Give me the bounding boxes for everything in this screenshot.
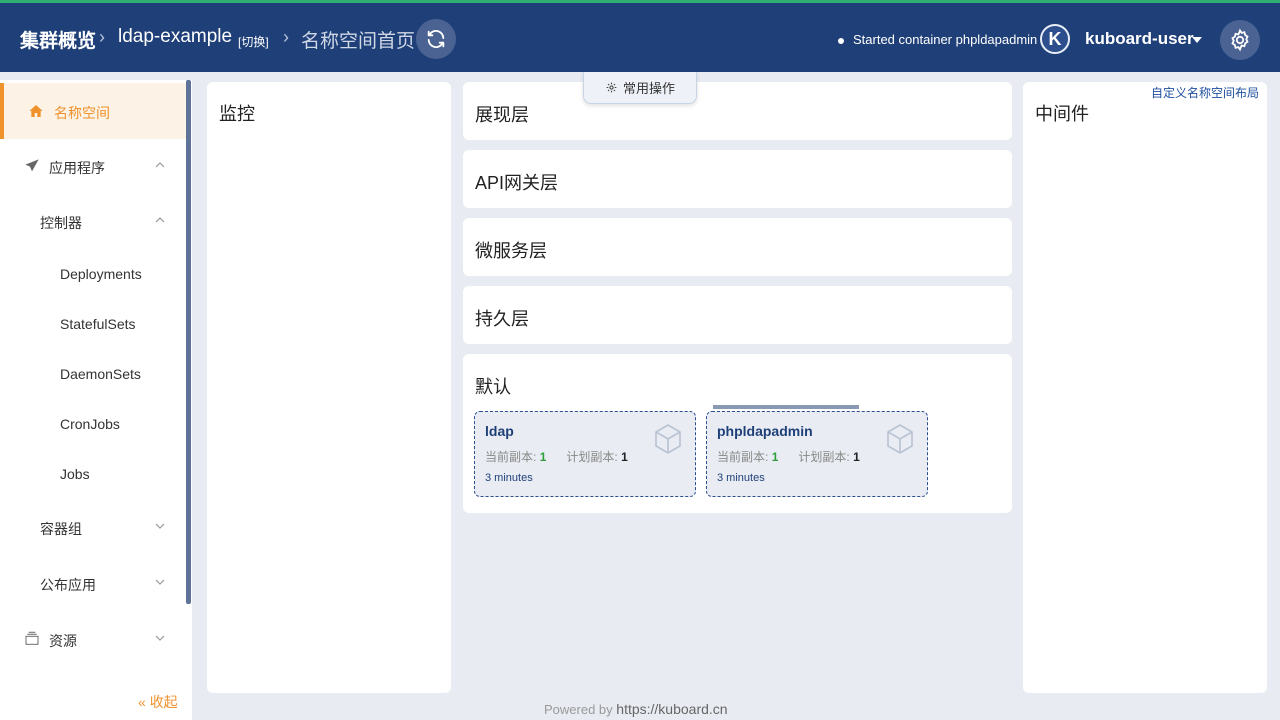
collapse-sidebar-button[interactable]: « 收起 (138, 692, 178, 712)
sidebar-item-namespace[interactable]: 名称空间 (0, 83, 186, 139)
sidebar-item-label: 应用程序 (49, 160, 105, 176)
sidebar-item-resources[interactable]: 资源 (0, 611, 186, 667)
sidebar: 名称空间 应用程序 控制器 Deployments StatefulSets D… (0, 80, 192, 720)
sidebar-item-label: Jobs (60, 466, 90, 482)
common-operations-label: 常用操作 (622, 81, 675, 96)
sidebar-item-label: Deployments (60, 266, 142, 282)
cube-icon (655, 424, 681, 454)
paper-plane-icon (25, 159, 39, 172)
layer-microservice: 微服务层 (463, 218, 1012, 276)
sidebar-item-label: 资源 (49, 633, 77, 649)
workload-progress-bar (713, 405, 859, 409)
sidebar-item-applications[interactable]: 应用程序 (0, 138, 186, 194)
caret-down-icon[interactable] (1192, 37, 1202, 43)
layer-title: 展现层 (475, 105, 529, 125)
layer-title: 持久层 (475, 309, 529, 329)
workload-card-phpldapadmin[interactable]: phpldapadmin 当前副本: 1 计划副本: 1 3 minutes (706, 411, 928, 497)
switch-namespace-link[interactable]: [切换] (238, 33, 269, 50)
middleware-panel: 中间件 (1023, 82, 1267, 693)
double-chevron-left-icon: « (138, 694, 146, 710)
sidebar-item-label: StatefulSets (60, 316, 136, 332)
breadcrumb-chevron-icon: › (99, 27, 105, 47)
status-dot-icon (838, 38, 844, 44)
sidebar-item-label: 公布应用 (40, 577, 96, 593)
layer-title: 默认 (475, 377, 511, 397)
workload-name: phpldapadmin (717, 423, 813, 439)
sidebar-item-daemonsets[interactable]: DaemonSets (0, 346, 186, 402)
sidebar-item-label: 容器组 (40, 521, 82, 537)
current-replicas-label: 当前副本: (485, 450, 537, 464)
workload-replicas: 当前副本: 1 计划副本: 1 (485, 448, 628, 465)
refresh-icon (427, 30, 445, 48)
gear-icon (1231, 28, 1249, 52)
sidebar-item-label: 名称空间 (54, 105, 110, 121)
sidebar-item-deployments[interactable]: Deployments (0, 246, 186, 302)
home-icon (29, 105, 43, 117)
sidebar-item-statefulsets[interactable]: StatefulSets (0, 296, 186, 352)
current-replicas-label: 当前副本: (717, 450, 769, 464)
page-title: 名称空间首页 (301, 31, 416, 52)
username-menu[interactable]: kuboard-user (1085, 29, 1194, 49)
monitor-title: 监控 (219, 104, 255, 124)
refresh-button[interactable] (416, 19, 456, 59)
sidebar-item-publish[interactable]: 公布应用 (0, 555, 186, 611)
chevron-up-icon (155, 217, 165, 223)
avatar[interactable]: K (1040, 24, 1070, 54)
powered-by-text: Powered by (544, 702, 613, 717)
current-replicas-value: 1 (771, 450, 779, 464)
layer-presentation: 展现层 (463, 82, 1012, 140)
sidebar-item-pods[interactable]: 容器组 (0, 499, 186, 555)
kuboard-link[interactable]: https://kuboard.cn (616, 701, 727, 717)
sidebar-item-cronjobs[interactable]: CronJobs (0, 396, 186, 452)
monitor-panel: 监控 (207, 82, 451, 693)
planned-replicas-label: 计划副本: (566, 450, 618, 464)
planned-replicas-value: 1 (621, 450, 628, 464)
settings-button[interactable] (1220, 20, 1260, 60)
planned-replicas-label: 计划副本: (798, 450, 850, 464)
workload-replicas: 当前副本: 1 计划副本: 1 (717, 448, 860, 465)
layer-title: 微服务层 (475, 241, 547, 261)
chevron-up-icon (155, 162, 165, 168)
chevron-down-icon (155, 579, 165, 585)
sidebar-item-controllers[interactable]: 控制器 (0, 193, 186, 249)
event-status-text[interactable]: Started container phpldapadmin (853, 32, 1037, 47)
box-icon (25, 631, 39, 645)
gear-icon (606, 82, 617, 93)
top-header: 集群概览 › ldap-example [切换] › 名称空间首页 Starte… (0, 0, 1280, 72)
workload-age: 3 minutes (717, 472, 765, 484)
sidebar-item-label: 控制器 (40, 215, 82, 231)
sidebar-scrollbar[interactable] (186, 80, 191, 604)
common-operations-button[interactable]: 常用操作 (583, 72, 697, 104)
cube-icon (887, 424, 913, 454)
planned-replicas-value: 1 (853, 450, 860, 464)
workload-name: ldap (485, 423, 514, 439)
layer-title: API网关层 (475, 173, 559, 193)
namespace-name: ldap-example (118, 26, 233, 47)
custom-layout-link[interactable]: 自定义名称空间布局 (1151, 84, 1259, 101)
breadcrumb-chevron-icon: › (283, 27, 289, 47)
workload-age: 3 minutes (485, 472, 533, 484)
chevron-down-icon (155, 635, 165, 641)
collapse-label: 收起 (149, 694, 178, 710)
middleware-title: 中间件 (1035, 104, 1089, 124)
footer: Powered by https://kuboard.cn (544, 701, 728, 717)
workload-card-ldap[interactable]: ldap 当前副本: 1 计划副本: 1 3 minutes (474, 411, 696, 497)
cluster-overview-link[interactable]: 集群概览 (20, 26, 96, 53)
sidebar-item-jobs[interactable]: Jobs (0, 446, 186, 502)
sidebar-item-label: DaemonSets (60, 366, 141, 382)
layer-persistence: 持久层 (463, 286, 1012, 344)
sidebar-item-label: CronJobs (60, 416, 120, 432)
layer-api-gateway: API网关层 (463, 150, 1012, 208)
chevron-down-icon (155, 523, 165, 529)
current-replicas-value: 1 (539, 450, 547, 464)
